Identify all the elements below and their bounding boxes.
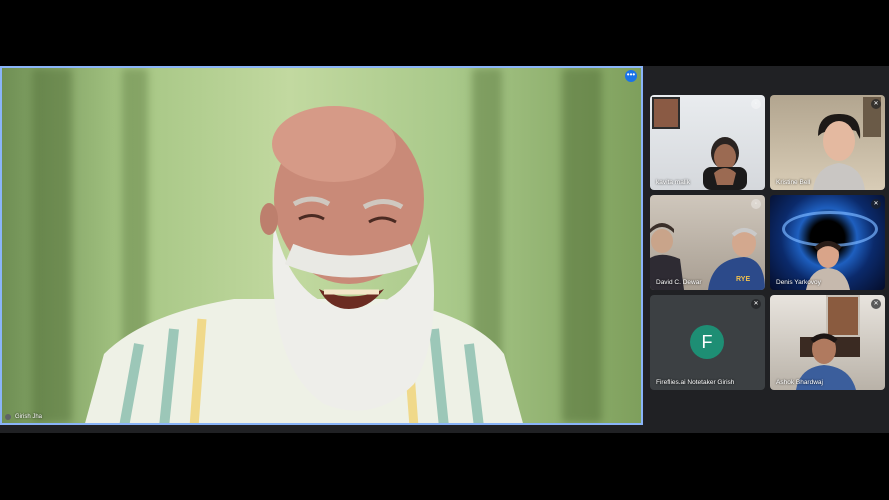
- background-blur: [562, 68, 602, 423]
- participant-name: Ashok Bhardwaj: [776, 379, 823, 386]
- participant-avatar: F: [690, 325, 724, 359]
- main-speaker-tile[interactable]: ••• Girish Jha: [0, 66, 643, 425]
- participant-tile[interactable]: ✕ Denis Yarkovoy: [770, 195, 885, 290]
- mic-on-icon: ◦: [751, 199, 761, 209]
- background-blur: [32, 68, 72, 423]
- participant-video: [703, 137, 747, 190]
- participant-name: Kristine Bell: [776, 179, 811, 186]
- main-speaker-label: Girish Jha: [5, 414, 42, 420]
- participant-name: Fireflies.ai Notetaker Girish: [656, 379, 735, 386]
- participant-tile[interactable]: ◦ kavita malik: [650, 95, 765, 190]
- wall-frame: [652, 97, 680, 129]
- svg-text:RYE: RYE: [736, 276, 750, 283]
- participant-name: David C. Dewar: [656, 279, 702, 286]
- mic-off-icon: ✕: [871, 199, 881, 209]
- participant-video: [813, 113, 865, 190]
- participant-tile[interactable]: ✕ Ashok Bhardwaj: [770, 295, 885, 390]
- participant-name: Denis Yarkovoy: [776, 279, 821, 286]
- participant-tile[interactable]: ✕ Kristine Bell: [770, 95, 885, 190]
- participant-tile[interactable]: F ✕ Fireflies.ai Notetaker Girish: [650, 295, 765, 390]
- speaker-video: [85, 106, 523, 423]
- mic-off-icon: [5, 414, 11, 420]
- participant-name: kavita malik: [656, 179, 690, 186]
- mic-on-icon: ◦: [751, 99, 761, 109]
- mic-off-icon: ✕: [751, 299, 761, 309]
- meeting-stage: ••• Girish Jha ◦ kavita malik ✕ Kristine…: [0, 66, 889, 433]
- more-options-icon[interactable]: •••: [625, 70, 637, 82]
- mic-off-icon: ✕: [871, 99, 881, 109]
- mic-off-icon: ✕: [871, 299, 881, 309]
- participant-tile[interactable]: RYE ◦ David C. Dewar: [650, 195, 765, 290]
- main-speaker-name: Girish Jha: [15, 414, 43, 420]
